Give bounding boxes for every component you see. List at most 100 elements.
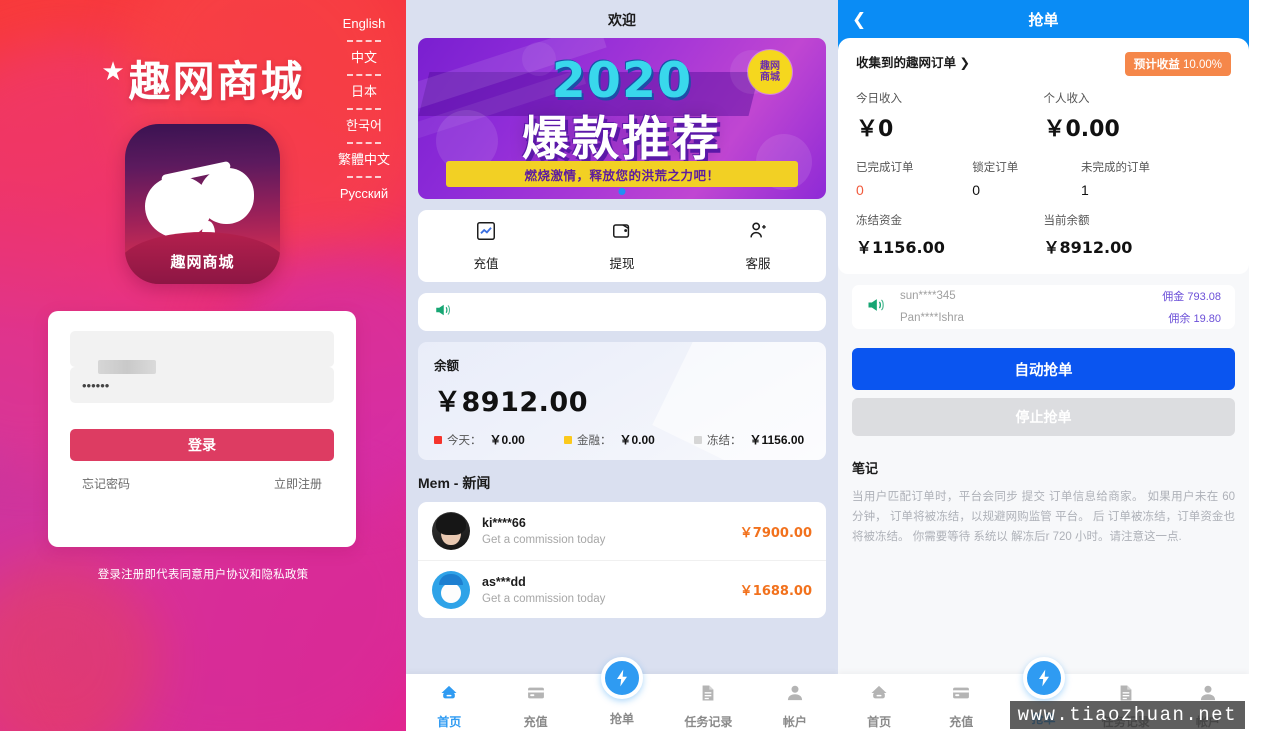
banner-ribbon: 燃烧激情，释放您的洪荒之力吧！: [446, 161, 798, 187]
app-icon: 趣网商城: [125, 124, 280, 284]
grab-header-title: 抢单: [1028, 11, 1059, 29]
register-link[interactable]: 立即注册: [274, 475, 322, 492]
avatar: [432, 570, 470, 609]
action-withdraw-label: 提现: [609, 257, 635, 271]
balance-item-finance: 金融： ￥0.00: [564, 431, 694, 448]
language-option-japanese[interactable]: 日本: [347, 82, 381, 102]
banner-headline: 爆款推荐: [522, 112, 722, 167]
person-icon: [785, 683, 805, 708]
login-panel: English 中文 日本 한국어 繁體中文 Русский ★ 趣网商城 趣网…: [0, 0, 406, 731]
frozen-funds-value: ￥1156.00: [856, 238, 945, 257]
chevron-left-icon[interactable]: ❮: [852, 11, 866, 28]
balance-item-frozen-label: 冻结：: [707, 434, 742, 447]
app-icon-label: 趣网商城: [170, 253, 235, 271]
balance-breakdown: 今天： ￥0.00 金融： ￥0.00 冻结： ￥1156.00: [434, 431, 810, 448]
income-row: 今日收入 ￥0 个人收入 ￥0.00: [856, 90, 1231, 143]
tab-account[interactable]: 帐户: [752, 676, 838, 730]
tab-recharge[interactable]: 充值: [920, 676, 1002, 730]
member-subtitle: Get a commission today: [482, 592, 606, 605]
app-screenshot: English 中文 日本 한국어 繁體中文 Русский ★ 趣网商城 趣网…: [0, 0, 1271, 731]
personal-income-block: 个人收入 ￥0.00: [1044, 90, 1232, 143]
ticker-row: Pan****Ishra 佣余 19.80: [900, 310, 1221, 326]
balance-item-today-label: 今天：: [447, 434, 482, 447]
home-icon: [439, 683, 459, 708]
tab-account-label: 帐户: [782, 714, 807, 729]
order-counts-row: 已完成订单 0 锁定订单 0 未完成的订单 1: [856, 159, 1231, 198]
today-income-label: 今日收入: [856, 93, 902, 105]
balance-label: 余额: [434, 359, 460, 373]
tab-task-record-label: 任务记录: [684, 714, 733, 729]
home-icon: [869, 683, 889, 708]
language-divider: [346, 142, 381, 144]
commission-ticker: sun****345 佣金 793.08 Pan****Ishra 佣余 19.…: [852, 285, 1235, 329]
tab-recharge-label: 充值: [523, 714, 548, 729]
promo-banner[interactable]: 2020 趣网 商城 爆款推荐 燃烧激情，释放您的洪荒之力吧！: [418, 38, 826, 199]
wallet-withdraw-icon: [611, 220, 633, 247]
bolt-icon[interactable]: [1022, 656, 1065, 699]
action-recharge-label: 充值: [473, 257, 499, 271]
ticker-row: sun****345 佣金 793.08: [900, 288, 1221, 304]
rate-badge-label: 预计收益: [1133, 59, 1180, 71]
language-option-korean[interactable]: 한국어: [342, 116, 386, 136]
tab-task-record[interactable]: 任务记录: [665, 676, 751, 730]
action-support[interactable]: 客服: [690, 220, 826, 272]
ticker-commission: 佣余 19.80: [1168, 313, 1221, 325]
member-amount: ￥7900.00: [739, 525, 812, 541]
bottom-navigation: 首页 充值 抢单 任务记录: [406, 656, 838, 731]
login-button[interactable]: 登录: [70, 429, 334, 461]
language-divider: [346, 108, 381, 110]
language-option-russian[interactable]: Русский: [336, 184, 392, 204]
balance-amount: ￥8912.00: [434, 387, 588, 418]
locked-orders-value: 0: [972, 182, 981, 198]
action-withdraw[interactable]: 提现: [554, 220, 690, 272]
language-selector[interactable]: English 中文 日本 한국어 繁體中文 Русский: [334, 14, 394, 204]
status-badge: 预计收益 10.00%: [1124, 52, 1231, 76]
forgot-password-link[interactable]: 忘记密码: [82, 475, 130, 492]
language-option-english[interactable]: English: [339, 14, 390, 34]
grab-header: ❮ 抢单: [838, 0, 1249, 38]
locked-orders-block: 锁定订单 0: [972, 159, 1081, 198]
banner-badge: 趣网 商城: [750, 52, 790, 92]
legend-swatch-yellow: [564, 435, 572, 444]
grab-order-panel: ❮ 抢单 收集到的趣网订单 ❯ 预计收益 10.00% 今日收入 ￥0 个人收入…: [838, 0, 1249, 731]
current-balance-label: 当前余额: [1043, 215, 1090, 227]
login-links: 忘记密码 立即注册: [70, 475, 334, 492]
tab-grab[interactable]: 抢单: [579, 656, 665, 727]
list-item[interactable]: ki****66 Get a commission today ￥7900.00: [418, 502, 826, 560]
user-support-icon: [747, 220, 769, 247]
megaphone-icon: [434, 301, 452, 324]
tab-home[interactable]: 首页: [406, 676, 492, 730]
action-recharge[interactable]: 充值: [418, 220, 554, 272]
ticker-user: Pan****Ishra: [900, 312, 964, 324]
member-subtitle: Get a commission today: [482, 534, 606, 546]
tab-recharge[interactable]: 充值: [492, 676, 578, 730]
tab-home[interactable]: 首页: [838, 676, 920, 730]
bolt-icon[interactable]: [601, 656, 644, 699]
banner-badge-line1: 趣网: [760, 61, 780, 72]
agreement-text: 登录注册即代表同意用户协议和隐私政策: [97, 569, 309, 581]
language-divider: [346, 176, 381, 178]
username-redacted-value: [98, 360, 156, 374]
completed-orders-value: 0: [856, 182, 864, 198]
language-option-chinese[interactable]: 中文: [347, 48, 381, 68]
collected-orders-link[interactable]: 收集到的趣网订单 ❯: [856, 52, 970, 71]
tab-grab-label: 抢单: [610, 711, 635, 726]
funds-row: 冻结资金 ￥1156.00 当前余额 ￥8912.00: [856, 212, 1231, 258]
home-panel: 欢迎 2020 趣网 商城 爆款推荐 燃烧激情，释放您的洪荒之力吧！ 充值 提现…: [406, 0, 838, 731]
notice-redacted-text: [466, 304, 810, 321]
megaphone-icon: [866, 295, 886, 320]
language-divider: [346, 40, 381, 42]
auto-grab-button[interactable]: 自动抢单: [852, 348, 1235, 390]
list-item[interactable]: as***dd Get a commission today ￥1688.00: [418, 560, 826, 618]
member-name: as***dd: [482, 574, 526, 589]
current-balance-block: 当前余额 ￥8912.00: [1044, 212, 1232, 258]
ticker-lines: sun****345 佣金 793.08 Pan****Ishra 佣余 19.…: [900, 288, 1221, 326]
banner-pagination-dot[interactable]: [618, 188, 626, 195]
language-option-traditional-chinese[interactable]: 繁體中文: [334, 150, 394, 170]
tab-home-label: 首页: [437, 714, 462, 729]
current-balance-value: ￥8912.00: [1043, 238, 1133, 257]
notice-bar[interactable]: [418, 293, 826, 331]
action-support-label: 客服: [745, 257, 771, 271]
personal-income-value: ￥0.00: [1043, 117, 1120, 142]
chart-recharge-icon: [475, 220, 497, 247]
